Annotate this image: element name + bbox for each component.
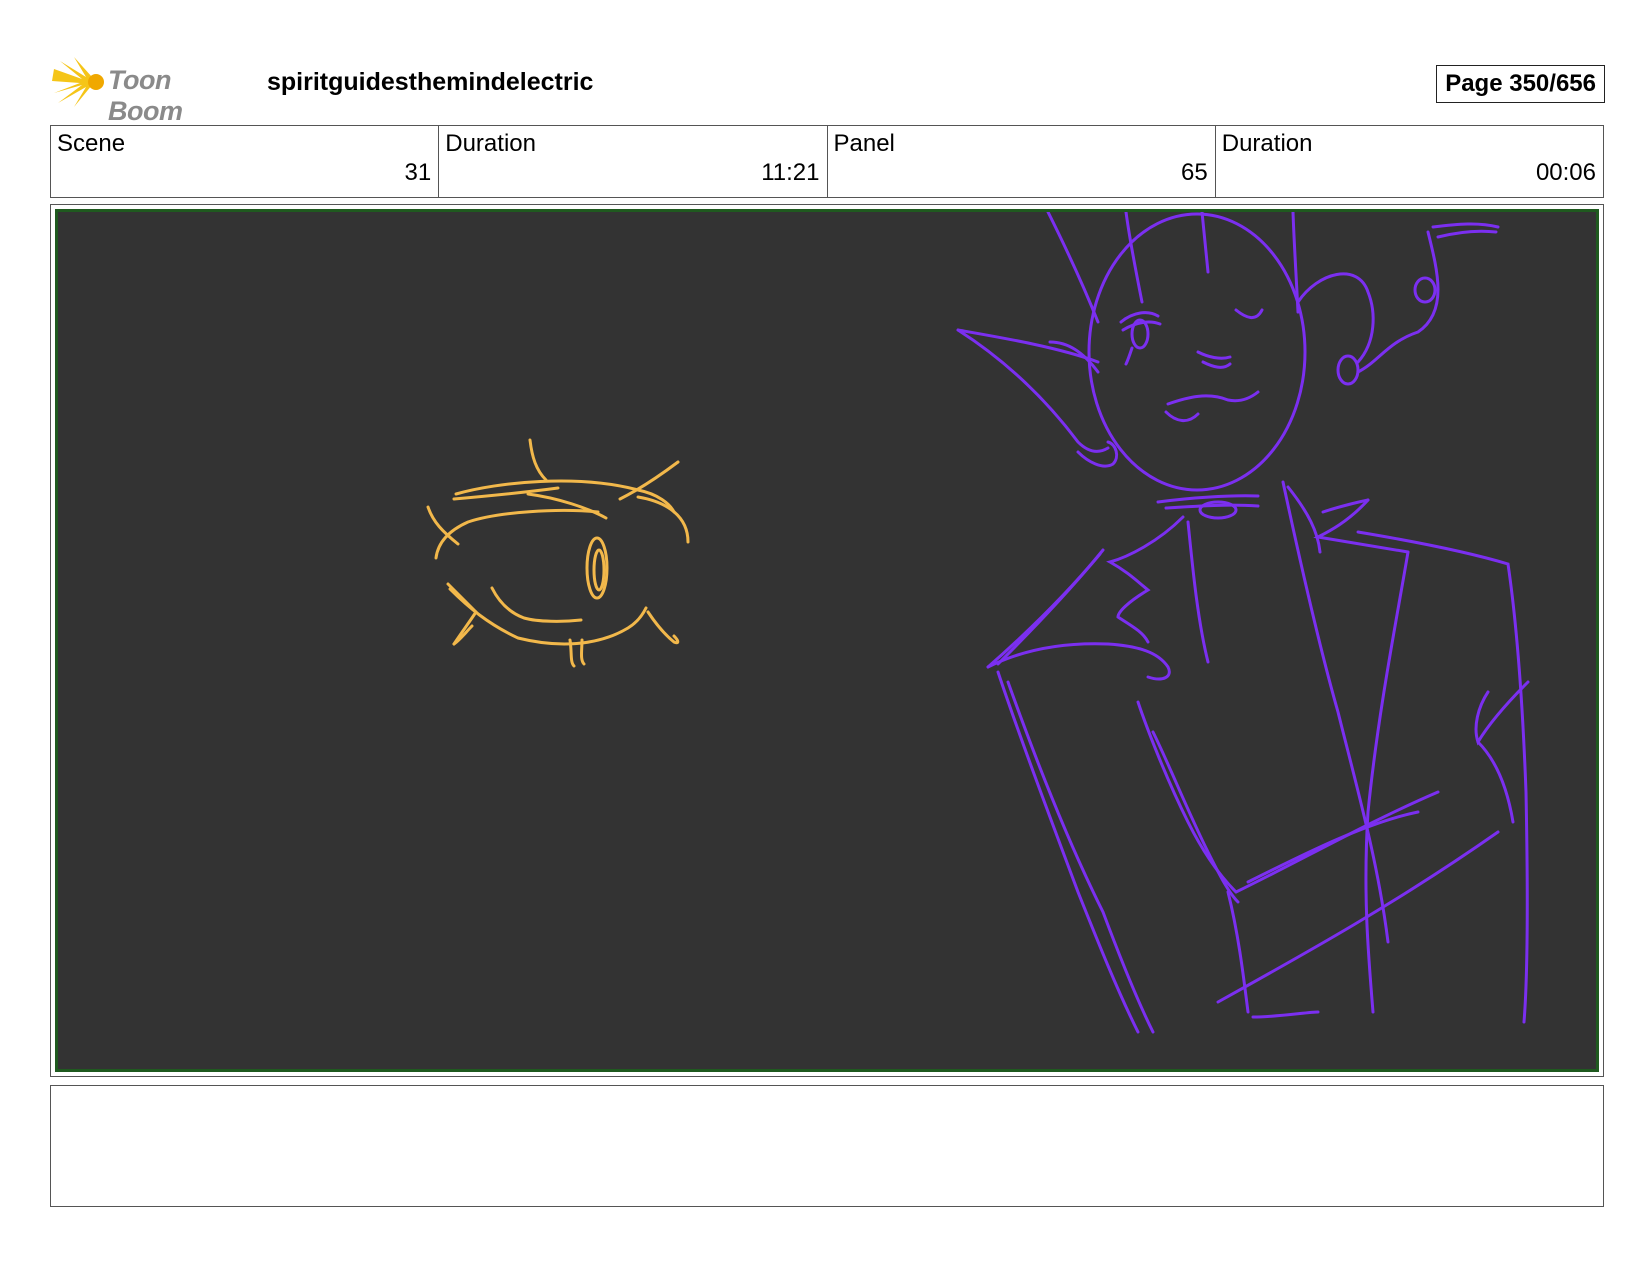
scene-duration-cell: Duration 11:21 bbox=[439, 126, 828, 197]
scene-duration-label: Duration bbox=[445, 130, 536, 157]
logo-wordmark: Toon Boom bbox=[108, 65, 183, 126]
panel-duration-value: 00:06 bbox=[1535, 159, 1596, 186]
scene-info-table: Scene 31 Duration 11:21 Panel 65 Duratio… bbox=[50, 125, 1604, 198]
toon-boom-logo: Toon Boom bbox=[52, 55, 252, 126]
sparkle-logo-icon bbox=[52, 57, 104, 107]
panel-drawing-canvas bbox=[55, 209, 1599, 1072]
scene-label: Scene bbox=[57, 130, 126, 157]
scene-value: 31 bbox=[404, 159, 432, 186]
panel-value: 65 bbox=[1181, 159, 1208, 186]
purple-sketch bbox=[956, 212, 1530, 1034]
scene-cell: Scene 31 bbox=[51, 126, 440, 197]
project-title: spiritguidesthemindelectric bbox=[267, 68, 594, 96]
panel-notes bbox=[50, 1085, 1604, 1207]
panel-cell: Panel 65 bbox=[828, 126, 1216, 197]
panel-label: Panel bbox=[833, 130, 895, 157]
panel-duration-cell: Duration 00:06 bbox=[1216, 126, 1603, 197]
panel-duration-label: Duration bbox=[1221, 130, 1313, 157]
yellow-sketch bbox=[426, 438, 690, 668]
scene-duration-value: 11:21 bbox=[761, 159, 820, 186]
panel-sketch bbox=[426, 212, 1530, 1034]
storyboard-panel bbox=[50, 204, 1604, 1077]
page-indicator: Page 350/656 bbox=[1436, 65, 1605, 103]
